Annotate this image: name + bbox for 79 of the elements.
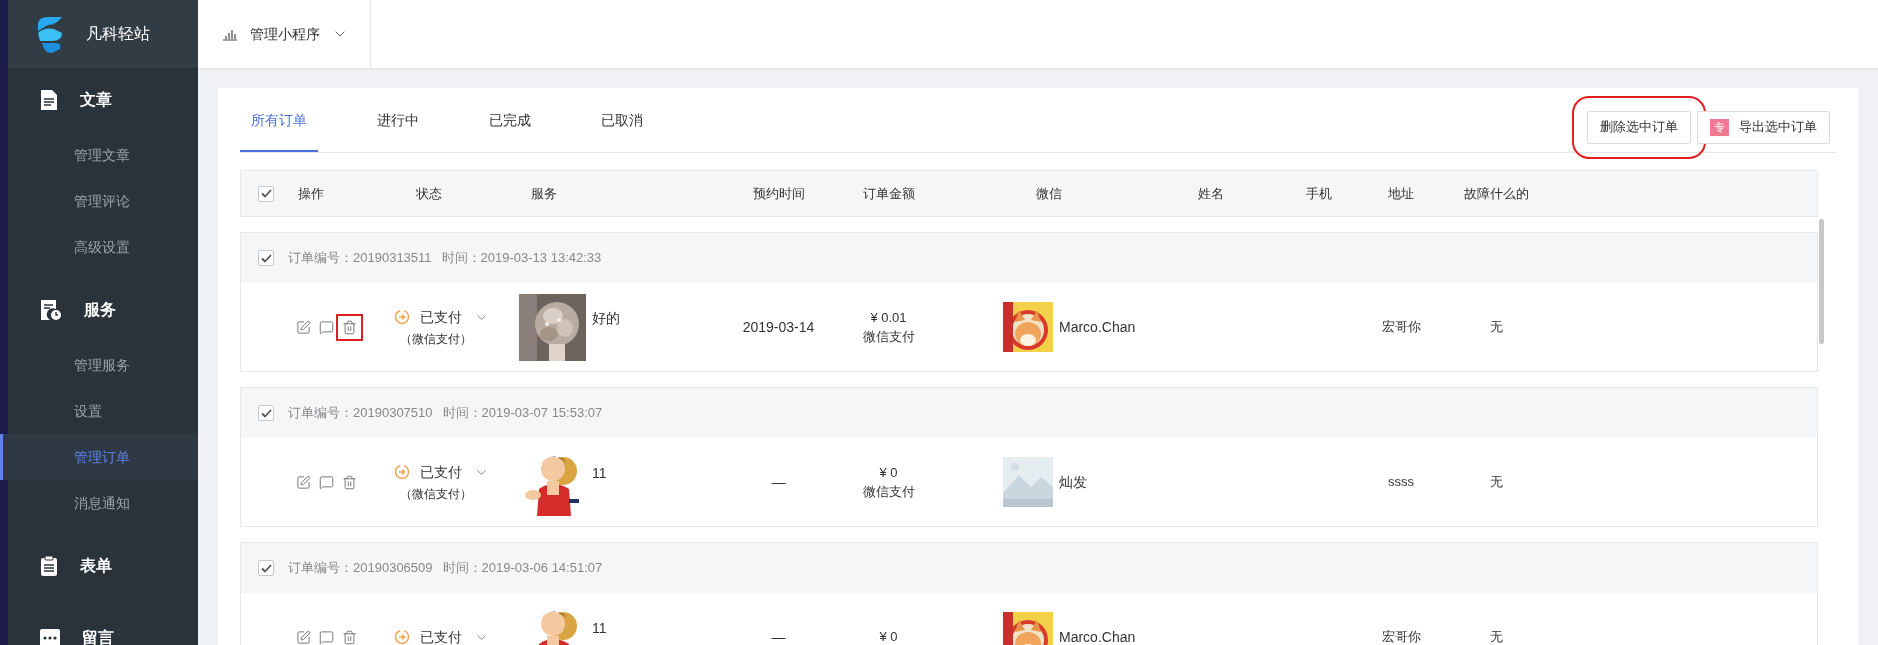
tab[interactable]: 所有订单 [240, 88, 318, 152]
appointment-date: — [770, 472, 787, 492]
order-number: 订单编号：20190313511 [288, 249, 432, 268]
status-icon [394, 309, 410, 325]
nav-item[interactable]: 设置 [8, 388, 198, 434]
fault: 无 [1488, 473, 1504, 492]
nav-section[interactable]: 表单 [8, 534, 198, 598]
payment-method: 微信支付 [862, 483, 915, 501]
chart-icon [222, 27, 238, 41]
address: 宏哥你 [1380, 318, 1422, 337]
order-amount: ¥ 0.01 [870, 308, 907, 327]
wechat-name: 灿发 [1059, 472, 1087, 492]
payment-method: 微信支付 [862, 328, 915, 346]
status-dropdown[interactable]: 已支付 [420, 626, 489, 645]
edit-icon[interactable] [294, 627, 313, 645]
column-header: 服务 [530, 184, 558, 203]
column-header: 姓名 [1197, 184, 1225, 203]
nav-section[interactable]: 服务 [8, 278, 198, 342]
tab[interactable]: 进行中 [366, 88, 430, 152]
service-name: 11 [592, 463, 607, 483]
app-switcher[interactable]: 管理小程序 [198, 0, 371, 68]
column-header: 微信 [1034, 184, 1063, 203]
tab[interactable]: 已取消 [590, 88, 654, 152]
nav-item[interactable]: 消息通知 [8, 480, 198, 526]
select-all-checkbox[interactable] [258, 185, 274, 202]
fault: 无 [1488, 318, 1504, 337]
column-header: 订单金额 [861, 184, 916, 203]
column-header: 地址 [1387, 184, 1415, 203]
order-amount: ¥ 0 [879, 463, 898, 482]
fault: 无 [1488, 628, 1504, 645]
order-checkbox[interactable] [258, 250, 274, 266]
edit-icon[interactable] [294, 317, 313, 337]
nav-section-label: 表单 [80, 556, 112, 576]
service-name: 好的 [592, 308, 620, 328]
nav-section[interactable]: 文章 [8, 68, 198, 132]
column-header: 预约时间 [751, 184, 806, 203]
order-time: 时间：2019-03-07 15:53:07 [442, 404, 603, 423]
order-checkbox[interactable] [258, 405, 274, 421]
order-number: 订单编号：20190307510 [288, 404, 433, 423]
status-icon [394, 464, 410, 480]
appointment-date: — [770, 627, 787, 645]
nav-section[interactable]: 留言 [8, 606, 198, 645]
nav-section-label: 留言 [82, 628, 114, 645]
order-time: 时间：2019-03-13 13:42:33 [441, 249, 602, 268]
document-icon [40, 89, 58, 111]
column-header: 故障什么的 [1462, 184, 1530, 203]
document-clock-icon [40, 299, 62, 321]
status-icon [394, 629, 410, 645]
address: ssss [1387, 473, 1415, 492]
tab[interactable]: 已完成 [478, 88, 542, 152]
scrollbar[interactable] [1819, 219, 1824, 344]
badge-icon: 专 [1710, 118, 1729, 136]
export-button[interactable]: 专 导出选中订单 [1697, 110, 1830, 144]
delete-button[interactable]: 删除选中订单 [1587, 110, 1691, 144]
status-dropdown[interactable]: 已支付 [420, 306, 489, 328]
brand-name: 凡科轻站 [86, 24, 150, 44]
order-amount: ¥ 0 [879, 628, 898, 645]
order-number: 订单编号：20190306509 [288, 559, 433, 578]
appointment-date: 2019-03-14 [741, 317, 816, 337]
column-header: 状态 [415, 184, 443, 203]
payment-note: （微信支付） [399, 330, 473, 348]
nav-item[interactable]: 管理服务 [8, 342, 198, 388]
nav-section-label: 服务 [84, 300, 116, 320]
payment-note: （微信支付） [399, 485, 473, 503]
status-dropdown[interactable]: 已支付 [420, 461, 489, 483]
service-name: 11 [592, 618, 607, 638]
address: 宏哥你 [1380, 628, 1422, 645]
order-time: 时间：2019-03-06 14:51:07 [442, 559, 603, 578]
column-header: 手机 [1304, 184, 1333, 203]
column-header: 操作 [297, 184, 325, 203]
nav-section-label: 文章 [80, 90, 112, 110]
clipboard-icon [40, 555, 58, 577]
order-checkbox[interactable] [258, 560, 274, 576]
wechat-name: Marco.Chan [1059, 317, 1136, 337]
nav-item[interactable]: 高级设置 [8, 224, 198, 270]
nav-item[interactable]: 管理评论 [8, 178, 198, 224]
wechat-name: Marco.Chan [1059, 627, 1136, 645]
nav-item[interactable]: 管理文章 [8, 132, 198, 178]
edit-icon[interactable] [294, 472, 313, 492]
